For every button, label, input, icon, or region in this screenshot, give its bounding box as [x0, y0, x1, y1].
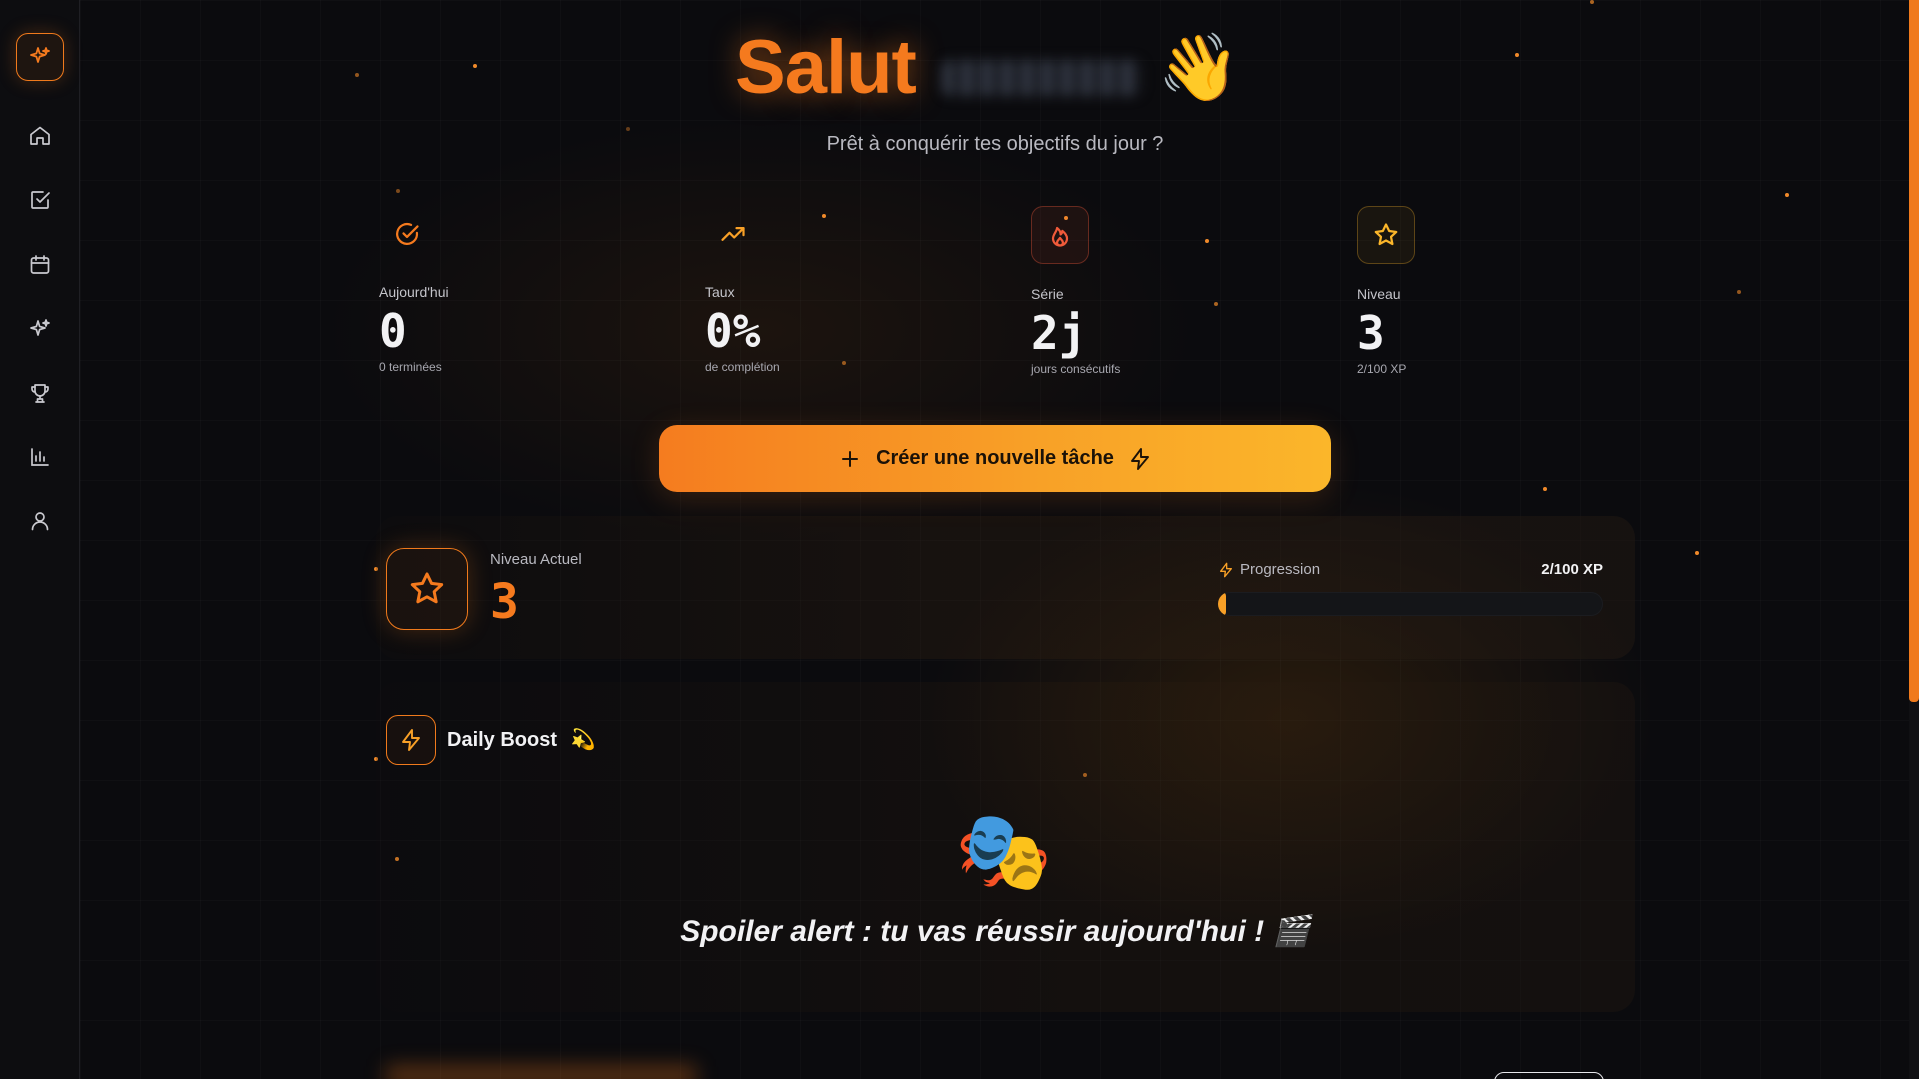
daily-boost-icon-box	[386, 715, 436, 765]
bar-chart-icon	[31, 448, 49, 466]
check-circle-icon	[396, 222, 419, 245]
greeting-heading: Salut 👋	[735, 22, 1240, 112]
star-icon	[410, 572, 444, 604]
greeting-text: Salut	[735, 24, 917, 110]
level-value: 3	[490, 574, 519, 630]
particle	[1515, 53, 1519, 57]
level-card	[376, 516, 1635, 659]
dizzy-emoji: 💫	[570, 729, 596, 751]
blurred-username	[941, 60, 1142, 96]
stat-streak: Série 2j jours consécutifs	[1031, 206, 1311, 376]
sidebar-item-boost[interactable]	[20, 309, 60, 349]
stat-subtext: jours consécutifs	[1031, 362, 1121, 376]
theater-masks-emoji: 🎭	[955, 807, 1053, 895]
next-section-heading-blur	[386, 1066, 696, 1079]
stat-label: Niveau	[1357, 286, 1401, 302]
stat-rate: Taux 0% de complétion	[705, 206, 985, 374]
stat-value: 0%	[705, 304, 761, 358]
particle	[1543, 487, 1547, 491]
daily-boost-title: Daily Boost 💫	[447, 727, 596, 752]
particle	[355, 73, 359, 77]
stat-subtext: 0 terminées	[379, 360, 442, 374]
next-section-button[interactable]	[1494, 1072, 1604, 1079]
progress-label-text: Progression	[1240, 561, 1321, 578]
particle	[473, 64, 477, 68]
check-square-icon	[31, 191, 50, 209]
lightning-icon	[402, 729, 420, 751]
sidebar-item-stats[interactable]	[20, 437, 60, 477]
plus-icon	[842, 450, 859, 467]
particle	[1590, 0, 1594, 4]
sidebar-item-trophies[interactable]	[20, 373, 60, 413]
particle	[1737, 290, 1741, 294]
level-label: Niveau Actuel	[490, 551, 582, 568]
create-task-button[interactable]: Créer une nouvelle tâche	[659, 425, 1331, 492]
star-icon	[1374, 223, 1398, 246]
sidebar-item-calendar[interactable]	[20, 245, 60, 285]
flame-icon	[1051, 226, 1069, 247]
stat-subtext: de complétion	[705, 360, 780, 374]
stat-today: Aujourd'hui 0 0 terminées	[379, 206, 659, 374]
stat-label: Taux	[705, 284, 735, 300]
lightning-icon	[1220, 562, 1232, 577]
stat-value: 2j	[1031, 306, 1087, 360]
particle	[396, 189, 400, 193]
stat-icon-box	[1357, 206, 1415, 264]
particle	[1785, 193, 1789, 197]
stat-icon-box	[705, 206, 761, 262]
calendar-icon	[30, 255, 50, 274]
sidebar-item-tasks[interactable]	[20, 180, 60, 220]
particle	[1695, 551, 1699, 555]
sidebar-item-profile[interactable]	[20, 501, 60, 541]
daily-boost-quote: Spoiler alert : tu vas réussir aujourd'h…	[680, 915, 1310, 948]
user-icon	[31, 512, 49, 531]
stat-label: Série	[1031, 286, 1064, 302]
progress-value: 2/100 XP	[1541, 561, 1603, 578]
page-subtitle: Prêt à conquérir tes objectifs du jour ?	[826, 133, 1164, 155]
stat-value: 3	[1357, 306, 1385, 360]
app-logo[interactable]	[16, 33, 64, 81]
progress-bar	[1218, 592, 1603, 616]
wave-emoji: 👋	[1157, 30, 1240, 104]
scrollbar-thumb[interactable]	[1909, 0, 1919, 702]
trending-up-icon	[721, 227, 745, 241]
stat-level: Niveau 3 2/100 XP	[1357, 206, 1637, 376]
app-root: Salut 👋 Prêt à conquérir tes objectifs d…	[0, 0, 1919, 1079]
stat-icon-box	[379, 206, 435, 262]
daily-boost-title-text: Daily Boost	[447, 729, 558, 751]
sparkles-logo-icon	[30, 47, 50, 63]
level-badge	[386, 548, 468, 630]
particle	[626, 127, 630, 131]
create-task-label: Créer une nouvelle tâche	[876, 447, 1114, 469]
stat-value: 0	[379, 304, 407, 358]
stat-label: Aujourd'hui	[379, 284, 449, 300]
trophy-icon	[31, 384, 49, 403]
sparkles-icon	[30, 319, 50, 336]
lightning-icon	[1130, 447, 1149, 470]
stat-icon-box	[1031, 206, 1089, 264]
progress-label: Progression	[1218, 561, 1320, 578]
stat-subtext: 2/100 XP	[1357, 362, 1407, 376]
